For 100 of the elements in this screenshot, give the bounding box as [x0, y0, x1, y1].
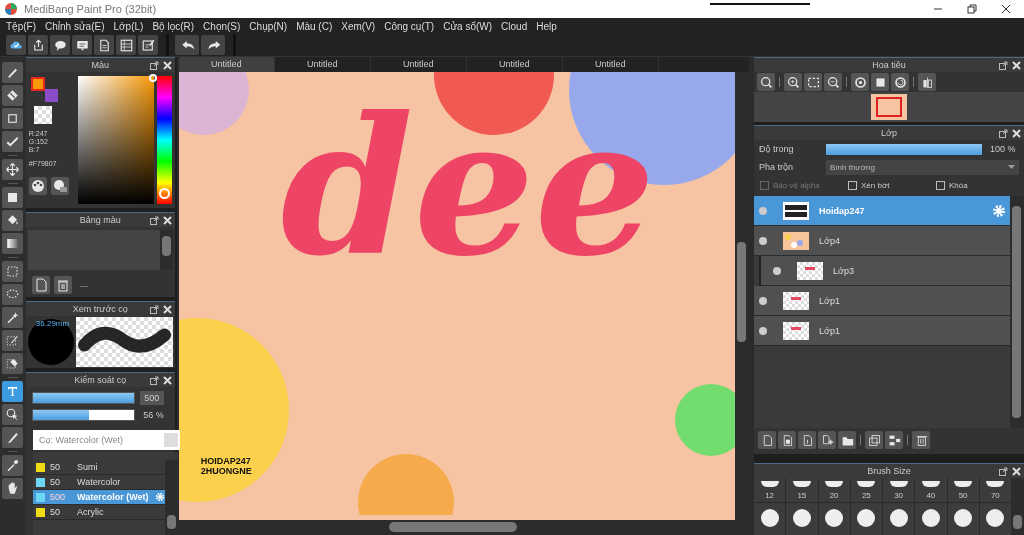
hand-tool-button[interactable] [2, 478, 24, 499]
scrollbar[interactable] [1010, 196, 1024, 428]
palette-button[interactable] [28, 177, 47, 195]
new-halftone-layer-button[interactable] [778, 431, 796, 449]
delete-layer-button[interactable] [912, 431, 930, 449]
scrollbar[interactable] [178, 520, 749, 535]
new-1bit-layer-button[interactable] [798, 431, 816, 449]
document-tab[interactable]: Untitled [178, 57, 275, 72]
close-icon[interactable] [1000, 3, 1012, 15]
brush-size-preset[interactable]: 15 [786, 478, 818, 502]
visibility-toggle[interactable] [759, 326, 767, 335]
scrollbar[interactable] [1011, 478, 1024, 535]
visibility-toggle[interactable] [773, 266, 781, 275]
visibility-toggle[interactable] [759, 236, 767, 245]
comment-button[interactable] [72, 35, 92, 55]
visibility-toggle[interactable] [759, 296, 767, 305]
layer-row[interactable]: Lớp3 [759, 256, 1010, 286]
selection-rectangle-tool-button[interactable] [2, 261, 24, 282]
merge-layer-button[interactable] [885, 431, 903, 449]
undock-icon[interactable] [149, 305, 159, 314]
selection-pen-tool-button[interactable] [2, 330, 24, 351]
menu-item[interactable]: Tệp(F) [2, 20, 41, 32]
new-layer-button[interactable] [758, 431, 776, 449]
brush-size-preset[interactable]: 40 [915, 478, 947, 502]
menu-item[interactable]: Công cụ(T) [380, 20, 440, 32]
brush-list-item[interactable]: 50 Sumi [33, 460, 165, 475]
menu-item[interactable]: Chọn(S) [199, 20, 246, 32]
gear-icon[interactable] [992, 203, 1006, 218]
cloud-button[interactable] [6, 35, 26, 55]
cursor-tool-button[interactable] [2, 404, 24, 425]
menu-item[interactable]: Xem(V) [337, 20, 381, 32]
blend-mode-dropdown[interactable]: Bình thường [826, 159, 1019, 175]
new-palette-button[interactable] [31, 276, 50, 294]
secondary-color-swatch[interactable] [44, 89, 58, 102]
undock-icon[interactable] [149, 216, 159, 225]
reset-view-button[interactable] [871, 73, 889, 91]
menu-item[interactable]: Màu (C) [292, 20, 338, 32]
paint-bucket-tool-button[interactable] [2, 210, 24, 231]
magic-wand-tool-button[interactable] [2, 307, 24, 328]
scrollbar[interactable] [165, 460, 178, 535]
redo-button[interactable] [201, 35, 225, 55]
brush-size-preset[interactable]: 50 [947, 478, 979, 502]
palette-settings-button[interactable] [50, 177, 69, 195]
zoom-in-button[interactable] [784, 73, 802, 91]
zoom-out-button[interactable] [824, 73, 842, 91]
brush-dropdown[interactable]: Cọ: Watercolor (Wet) [33, 430, 180, 450]
visibility-toggle[interactable] [759, 206, 767, 215]
checklist-button[interactable] [138, 35, 158, 55]
hue-slider[interactable] [156, 76, 172, 204]
new-folder-button[interactable] [838, 431, 856, 449]
brush-size-preset[interactable]: 12 [754, 478, 786, 502]
move-tool-button[interactable] [2, 159, 24, 180]
layer-opacity-slider[interactable] [826, 143, 982, 155]
lasso-tool-button[interactable] [2, 284, 24, 305]
menu-item[interactable]: Cloud [497, 20, 533, 32]
undo-button[interactable] [175, 35, 199, 55]
fit-button[interactable] [804, 73, 822, 91]
layer-row[interactable]: Lớp4 [754, 226, 1010, 256]
transparent-color-swatch[interactable] [33, 106, 52, 124]
duplicate-layer-button[interactable] [865, 431, 883, 449]
menu-item[interactable]: Chụp(N) [245, 20, 293, 32]
speech-bubble-button[interactable] [50, 35, 70, 55]
gear-icon[interactable] [154, 492, 165, 502]
list-button[interactable] [116, 35, 136, 55]
layer-row[interactable]: Lớp1 [754, 316, 1010, 346]
text-tool-tool-button[interactable] [2, 381, 24, 402]
primary-color-swatch[interactable] [30, 77, 45, 91]
brush-size-preset[interactable]: 20 [818, 478, 850, 502]
export-button[interactable] [28, 35, 48, 55]
correction-pen-tool-button[interactable] [2, 131, 24, 152]
view-frame[interactable] [876, 97, 902, 117]
rotate-right-button[interactable] [891, 73, 909, 91]
layer-option-checkbox[interactable]: Khóa [936, 180, 1024, 190]
undock-icon[interactable] [999, 467, 1008, 476]
add-layer-menu-button[interactable] [818, 431, 836, 449]
brush-size-slider[interactable] [31, 392, 135, 404]
undock-icon[interactable] [999, 61, 1008, 70]
layer-row[interactable]: Lớp1 [754, 286, 1010, 316]
blade-tool-button[interactable] [2, 427, 24, 448]
gradient-tool-button[interactable] [2, 233, 24, 254]
brush-tool-button[interactable] [2, 62, 24, 83]
menu-item[interactable]: Chỉnh sửa(E) [41, 20, 110, 32]
brush-size-preset[interactable]: 25 [850, 478, 882, 502]
saturation-value-picker[interactable] [77, 76, 154, 204]
menu-item[interactable]: Lớp(L) [109, 20, 149, 32]
undock-icon[interactable] [999, 129, 1008, 138]
page-button[interactable] [94, 35, 114, 55]
selection-eraser-tool-button[interactable] [2, 353, 24, 374]
restore-icon[interactable] [966, 3, 978, 15]
delete-button[interactable] [53, 276, 72, 294]
undock-icon[interactable] [149, 376, 159, 385]
undock-icon[interactable] [149, 61, 159, 70]
eyedropper-tool-button[interactable] [2, 455, 24, 476]
layer-option-checkbox[interactable]: Xén bớt [848, 180, 936, 190]
square-outline-tool-button[interactable] [2, 108, 24, 129]
zoom-actual-button[interactable] [757, 73, 775, 91]
flip-button[interactable] [918, 73, 936, 91]
rotate-left-button[interactable] [851, 73, 869, 91]
menu-item[interactable]: Cửa sổ(W) [439, 20, 498, 32]
hue-handle[interactable] [158, 188, 170, 200]
